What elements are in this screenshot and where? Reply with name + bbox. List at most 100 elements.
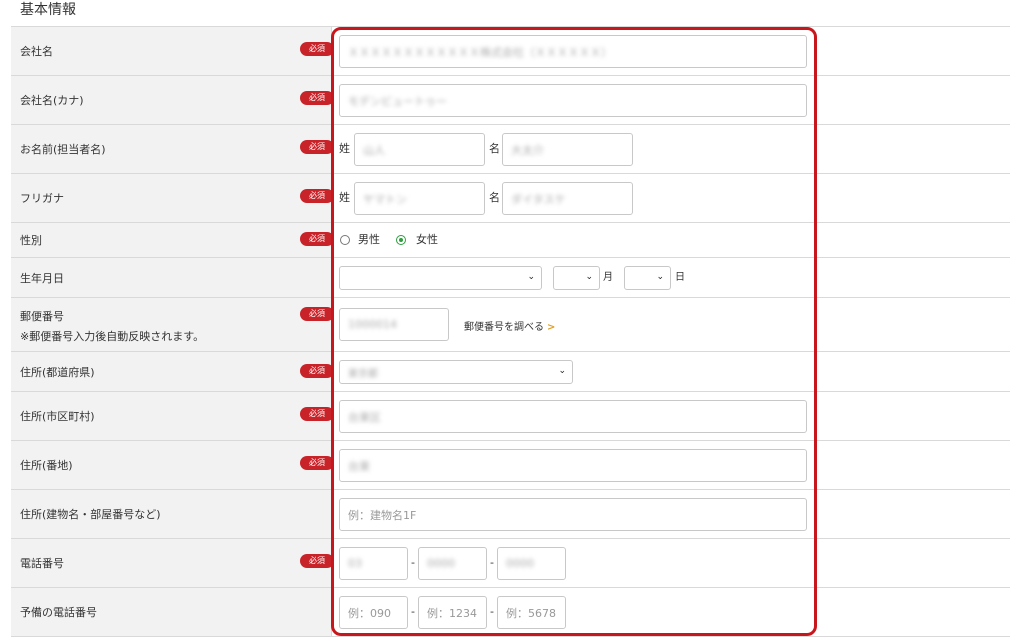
first-name-kana-input[interactable]: ダイタスケ [502,182,633,215]
prefecture-select[interactable]: 東京都 ⌄ [339,360,573,384]
phone-alt-separator: - [411,605,415,618]
label-cell: 予備の電話番号 [11,588,331,636]
postal-label: 郵便番号 [20,310,64,323]
street-value: 台東 [348,459,370,473]
row-phone-alt: 予備の電話番号 例：090 - 例：1234 - 例：5678 [11,588,1010,637]
section-title: 基本情報 [20,2,76,18]
required-badge: 必須 [300,364,334,378]
row-prefecture: 住所(都道府県) 必須 東京都 ⌄ [11,352,1010,392]
day-suffix: 日 [675,272,685,283]
first-name-value: 大太介 [511,143,544,157]
value-cell: 姓 ヤマトン 名 ダイタスケ [331,174,1010,222]
company-input[interactable]: ＸＸＸＸＸＸＸＸＸＸＸＸ株式会社（ＸＸＸＸＸＸ） [339,35,807,68]
row-postal: 郵便番号 ※郵便番号入力後自動反映されます。 必須 1000014 郵便番号を調… [11,298,1010,352]
row-street: 住所(番地) 必須 台東 [11,441,1010,490]
value-cell: 男性 女性 [331,223,1010,257]
value-cell: 03 - 0000 - 0000 [331,539,1010,587]
phone-alt-placeholder2: 例：1234 [427,606,477,620]
birth-month-select[interactable]: ⌄ [553,266,600,290]
postal-note: ※郵便番号入力後自動反映されます。 [20,330,205,343]
phone-label: 電話番号 [20,557,64,570]
city-input[interactable]: 台東区 [339,400,807,433]
label-cell: フリガナ 必須 [11,174,334,222]
postal-value: 1000014 [348,318,397,331]
label-cell: 会社名 必須 [11,27,334,75]
last-name-kana-input[interactable]: ヤマトン [354,182,485,215]
chevron-down-icon: ⌄ [527,272,535,282]
mei-label: 名 [489,142,500,155]
company-kana-input[interactable]: モデンビュートゥー [339,84,807,117]
sei-label: 姓 [339,142,350,155]
value-cell: ＸＸＸＸＸＸＸＸＸＸＸＸ株式会社（ＸＸＸＸＸＸ） [331,27,1010,75]
gender-female-radio[interactable] [396,235,406,245]
value-cell: ⌄ ⌄ 月 ⌄ 日 [331,258,1010,297]
phone-part3-input[interactable]: 0000 [497,547,566,580]
last-name-kana-value: ヤマトン [363,192,407,206]
phone-alt-part2-input[interactable]: 例：1234 [418,596,487,629]
label-cell: 住所(市区町村) 必須 [11,392,334,440]
street-input[interactable]: 台東 [339,449,807,482]
furigana-label: フリガナ [20,192,64,205]
row-gender: 性別 必須 男性 女性 [11,223,1010,258]
row-company-kana: 会社名(カナ) 必須 モデンビュートゥー [11,76,1010,125]
phone-part1-value: 03 [348,557,362,570]
row-furigana: フリガナ 必須 姓 ヤマトン 名 ダイタスケ [11,174,1010,223]
value-cell: 1000014 郵便番号を調べる > [331,298,1010,351]
company-kana-label: 会社名(カナ) [20,94,84,107]
value-cell: 台東 [331,441,1010,489]
row-building: 住所(建物名・部屋番号など) 例：建物名1F [11,490,1010,539]
birth-day-select[interactable]: ⌄ [624,266,671,290]
label-cell: 電話番号 必須 [11,539,334,587]
last-name-input[interactable]: 山人 [354,133,485,166]
basic-info-form: 会社名 必須 ＸＸＸＸＸＸＸＸＸＸＸＸ株式会社（ＸＸＸＸＸＸ） 会社名(カナ) … [11,26,1010,637]
city-label: 住所(市区町村) [20,410,95,423]
row-birthdate: 生年月日 ⌄ ⌄ 月 ⌄ 日 [11,258,1010,298]
label-cell: 生年月日 [11,258,331,297]
required-badge: 必須 [300,554,334,568]
birth-year-select[interactable]: ⌄ [339,266,542,290]
required-badge: 必須 [300,42,334,56]
birthdate-label: 生年月日 [20,271,64,285]
label-cell: 会社名(カナ) 必須 [11,76,334,124]
phone-part1-input[interactable]: 03 [339,547,408,580]
building-input[interactable]: 例：建物名1F [339,498,807,531]
label-cell: 住所(番地) 必須 [11,441,334,489]
postal-lookup-link[interactable]: 郵便番号を調べる > [464,318,555,333]
gender-male-label[interactable]: 男性 [358,233,380,247]
phone-part2-input[interactable]: 0000 [418,547,487,580]
label-cell: お名前(担当者名) 必須 [11,125,334,173]
value-cell: 例：建物名1F [331,490,1010,538]
row-city: 住所(市区町村) 必須 台東区 [11,392,1010,441]
phone-part2-value: 0000 [427,557,455,570]
sei-kana-label: 姓 [339,191,350,204]
gender-male-radio[interactable] [340,235,350,245]
label-cell: 住所(都道府県) 必須 [11,352,334,391]
mei-kana-label: 名 [489,191,500,204]
prefecture-label: 住所(都道府県) [20,365,95,379]
city-value: 台東区 [348,410,381,424]
postal-lookup-text: 郵便番号を調べる [464,322,544,333]
prefecture-value: 東京都 [348,368,378,380]
phone-alt-separator: - [490,605,494,618]
company-value: ＸＸＸＸＸＸＸＸＸＸＸＸ株式会社（ＸＸＸＸＸＸ） [348,45,612,59]
required-badge: 必須 [300,232,334,246]
phone-alt-placeholder3: 例：5678 [506,606,556,620]
chevron-right-icon: > [547,322,556,333]
value-cell: 台東区 [331,392,1010,440]
required-badge: 必須 [300,91,334,105]
phone-part3-value: 0000 [506,557,534,570]
chevron-down-icon: ⌄ [585,272,593,282]
postal-input[interactable]: 1000014 [339,308,449,341]
phone-alt-placeholder1: 例：090 [348,606,391,620]
row-name: お名前(担当者名) 必須 姓 山人 名 大太介 [11,125,1010,174]
value-cell: モデンビュートゥー [331,76,1010,124]
gender-female-label[interactable]: 女性 [416,233,438,247]
label-cell: 郵便番号 ※郵便番号入力後自動反映されます。 必須 [11,298,334,351]
value-cell: 例：090 - 例：1234 - 例：5678 [331,588,1010,636]
row-company: 会社名 必須 ＸＸＸＸＸＸＸＸＸＸＸＸ株式会社（ＸＸＸＸＸＸ） [11,27,1010,76]
name-label: お名前(担当者名) [20,143,106,156]
phone-alt-part1-input[interactable]: 例：090 [339,596,408,629]
phone-alt-part3-input[interactable]: 例：5678 [497,596,566,629]
first-name-input[interactable]: 大太介 [502,133,633,166]
value-cell: 姓 山人 名 大太介 [331,125,1010,173]
